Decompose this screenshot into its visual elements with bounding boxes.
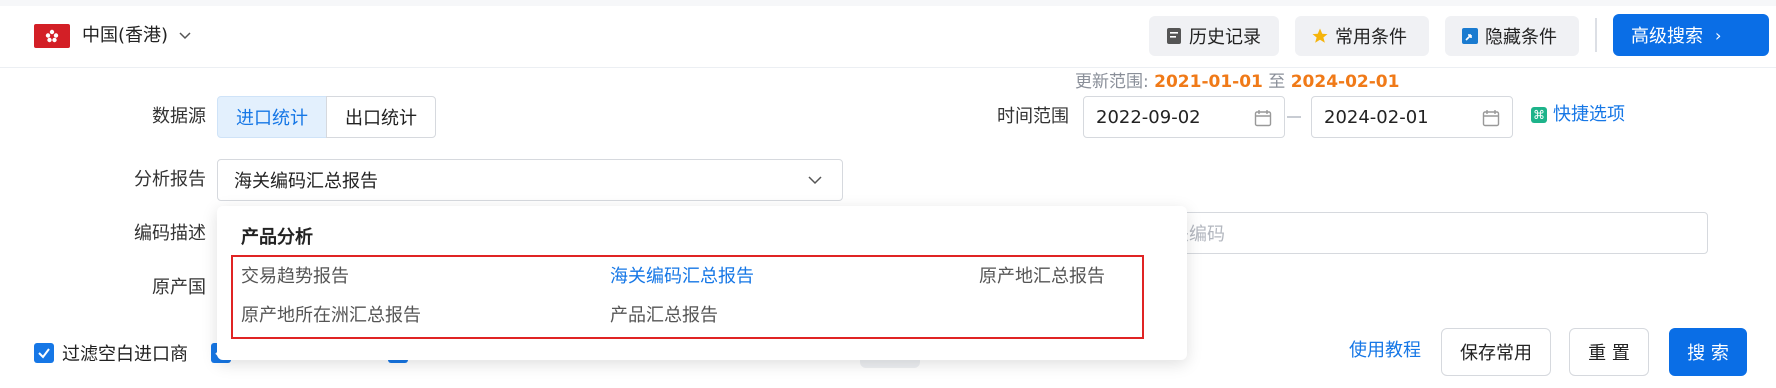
update-range: 更新范围: 2021-01-01 至 2024-02-01 bbox=[1075, 70, 1399, 94]
datasource-label: 数据源 bbox=[152, 106, 206, 127]
history-label: 历史记录 bbox=[1189, 27, 1261, 48]
chevron-right-icon: › bbox=[1715, 25, 1722, 45]
option-origin-summary[interactable]: 原产地汇总报告 bbox=[979, 265, 1105, 289]
dropdown-group-title: 产品分析 bbox=[241, 227, 313, 248]
advanced-search-label: 高级搜索 bbox=[1631, 26, 1703, 47]
checkbox-checked-icon bbox=[34, 343, 54, 363]
star-icon bbox=[1311, 27, 1329, 45]
favorites-button[interactable]: 常用条件 bbox=[1295, 16, 1429, 56]
update-range-to: 至 bbox=[1268, 72, 1286, 92]
command-icon: ⌘ bbox=[1531, 107, 1547, 123]
calendar-icon bbox=[1254, 110, 1272, 127]
collapse-icon bbox=[1461, 27, 1479, 45]
update-range-start: 2021-01-01 bbox=[1154, 72, 1263, 92]
export-stats-tab[interactable]: 出口统计 bbox=[326, 96, 436, 138]
option-hs-code-summary[interactable]: 海关编码汇总报告 bbox=[610, 265, 754, 289]
chevron-down-icon[interactable] bbox=[179, 29, 191, 41]
save-favorites-button[interactable]: 保存常用 bbox=[1441, 328, 1551, 376]
option-trade-trend[interactable]: 交易趋势报告 bbox=[241, 265, 349, 289]
calendar-icon bbox=[1482, 110, 1500, 127]
code-desc-label: 编码描述 bbox=[134, 223, 206, 244]
hide-conditions-button[interactable]: 隐藏条件 bbox=[1445, 16, 1579, 56]
import-stats-tab[interactable]: 进口统计 bbox=[217, 96, 327, 138]
option-origin-continent-summary[interactable]: 原产地所在洲汇总报告 bbox=[241, 304, 421, 328]
code-input[interactable]: 关编码 bbox=[1150, 212, 1708, 254]
update-range-label: 更新范围: bbox=[1075, 72, 1149, 92]
region-selector[interactable]: 中国(香港) bbox=[82, 24, 168, 48]
option-product-summary[interactable]: 产品汇总报告 bbox=[610, 304, 718, 328]
quick-options-link[interactable]: ⌘ 快捷选项 bbox=[1531, 103, 1625, 127]
filter-blank-importers-checkbox[interactable]: 过滤空白进口商 bbox=[34, 341, 188, 365]
search-button[interactable]: 搜 索 bbox=[1669, 328, 1747, 376]
date-range-separator bbox=[1287, 116, 1301, 118]
start-date-value: 2022-09-02 bbox=[1096, 106, 1201, 128]
end-date-input[interactable]: 2024-02-01 bbox=[1311, 96, 1513, 138]
favorites-label: 常用条件 bbox=[1335, 27, 1407, 48]
tutorial-link[interactable]: 使用教程 bbox=[1349, 339, 1421, 363]
history-icon bbox=[1165, 27, 1183, 45]
history-button[interactable]: 历史记录 bbox=[1149, 16, 1279, 56]
report-label: 分析报告 bbox=[134, 169, 206, 190]
filter-blank-importers-label: 过滤空白进口商 bbox=[62, 344, 188, 365]
end-date-value: 2024-02-01 bbox=[1324, 106, 1429, 128]
advanced-search-button[interactable]: 高级搜索 › bbox=[1613, 14, 1769, 56]
reset-button[interactable]: 重 置 bbox=[1569, 328, 1649, 376]
report-select-value: 海关编码汇总报告 bbox=[234, 171, 378, 192]
start-date-input[interactable]: 2022-09-02 bbox=[1083, 96, 1285, 138]
hong-kong-flag-icon[interactable] bbox=[34, 24, 70, 48]
hide-conditions-label: 隐藏条件 bbox=[1485, 27, 1557, 48]
report-select[interactable]: 海关编码汇总报告 bbox=[217, 159, 843, 201]
quick-options-label: 快捷选项 bbox=[1553, 104, 1625, 125]
update-range-end: 2024-02-01 bbox=[1290, 72, 1400, 92]
time-range-label: 时间范围 bbox=[997, 106, 1069, 127]
divider bbox=[1595, 18, 1597, 52]
origin-label: 原产国 bbox=[152, 277, 206, 298]
chevron-down-icon bbox=[808, 176, 822, 185]
